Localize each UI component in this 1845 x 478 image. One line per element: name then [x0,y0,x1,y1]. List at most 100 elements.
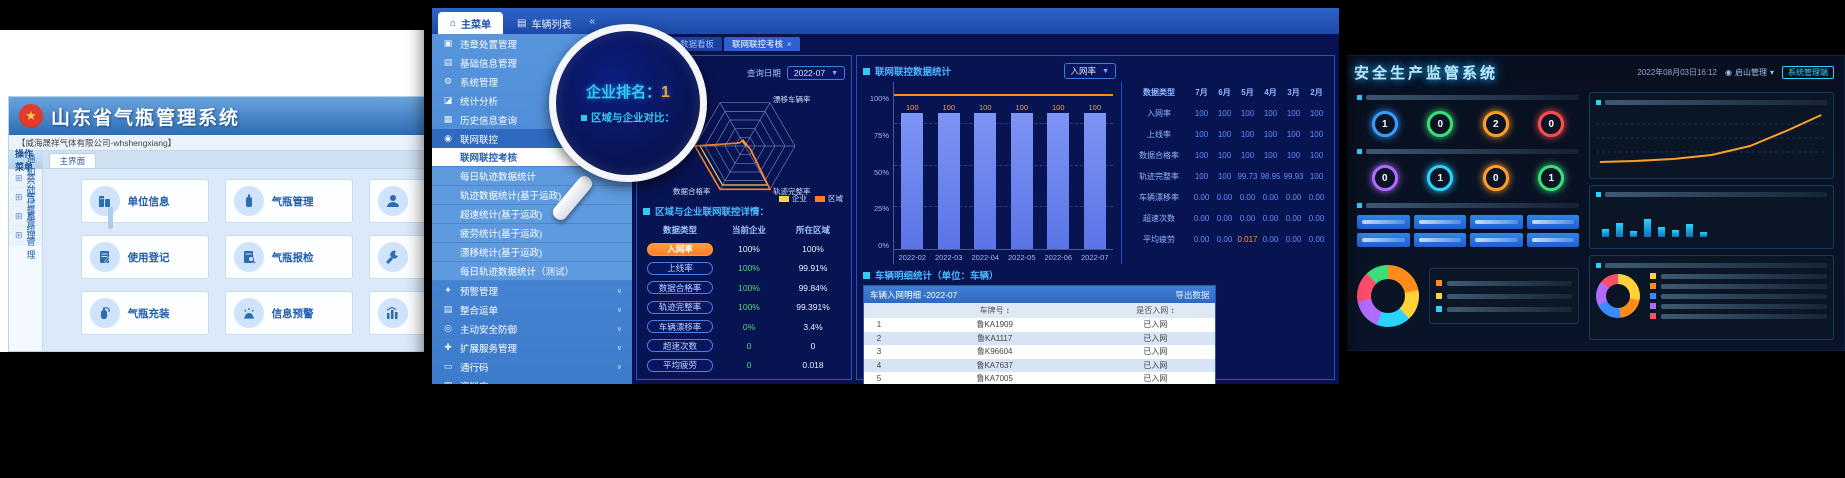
mini-bar [1616,223,1623,237]
detail-header: 所在区域 [781,224,845,236]
company-value: 0 [717,360,781,370]
month-grid-value: 100 [1190,172,1213,181]
bullet-icon [643,208,650,215]
sidebar-subitem-疲劳统计(基于运政)[interactable]: 疲劳统计(基于运政) [432,224,632,243]
nav-tab-main-menu[interactable]: ⌂ 主菜单 [438,12,503,34]
sidebar-item-系统管理[interactable]: ⊞系统管理 [9,226,42,245]
tile-信息预警[interactable]: 信息预警 [225,291,353,335]
sidebar-item-主动安全防御[interactable]: ◎主动安全防御∨ [432,319,632,338]
action-button[interactable] [1414,233,1467,247]
table-row[interactable]: 3鲁K96604已入网 [864,345,1215,359]
bar-group: 100 [1047,82,1069,249]
month-grid-value: 100 [1282,151,1305,160]
expand-icon[interactable]: ⊞ [15,230,23,241]
bullet-icon [863,68,870,75]
menu-icon: ◪ [442,95,454,106]
cylinder-icon [234,186,264,216]
month-grid-value: 0.00 [1213,193,1236,202]
sidebar-item-预警管理[interactable]: ✦预警管理∨ [432,281,632,300]
table-row[interactable]: 4鲁KA7637已入网 [864,359,1215,373]
sidebar-item-资料库[interactable]: ▥资料库∨ [432,376,632,384]
sidebar-subitem-超速统计(基于运政)[interactable]: 超速统计(基于运政) [432,205,632,224]
metric-pill-上线率[interactable]: 上线率 [647,262,713,275]
menu-icon: ▭ [442,361,454,372]
expand-icon[interactable]: ⊞ [15,173,23,184]
sidebar-item-label: 轨迹数据统计(基于运政) [460,188,622,202]
action-button[interactable] [1357,233,1410,247]
table-row[interactable]: 1鲁KA1909已入网 [864,318,1215,332]
table-row[interactable]: 5鲁KA7005已入网 [864,372,1215,384]
user-menu[interactable]: ◉ 启山管理 ▾ [1725,67,1774,78]
month-grid-value: 99.73 [1236,172,1259,181]
action-button[interactable] [1527,233,1580,247]
col-plate[interactable]: 车牌号 ↕ [894,305,1095,316]
tile-气瓶报检[interactable]: 气瓶报检 [225,235,353,279]
export-button[interactable]: 导出数据 [1175,289,1209,301]
sidebar-item-整合运单[interactable]: ▤整合运单∨ [432,300,632,319]
menu-icon: ✦ [442,285,454,296]
tile-气瓶管理[interactable]: 气瓶管理 [225,179,353,223]
bar [938,113,960,249]
network-stats-panel: 联网联控数据统计 入网率▼ 100%75%50%25%0% [856,55,1335,380]
page-tab-assessment[interactable]: 联网联控考核 × [724,37,800,51]
donut-legend [1429,268,1579,324]
tab-main-view[interactable]: 主界面 [49,153,97,168]
month-grid-header: 6月 [1213,87,1236,98]
collapse-arrow-icon[interactable]: « [590,16,596,27]
expand-icon[interactable]: ⊞ [15,192,23,203]
month-grid-label: 上线率 [1128,129,1190,140]
tile-clipped[interactable] [369,291,428,335]
mini-bar [1686,224,1693,237]
month-grid-label: 平均疲劳 [1128,234,1190,245]
company-value: 100% [717,244,781,254]
bar-value-label: 100 [1052,103,1065,112]
query-date-select[interactable]: 2022-07▼ [787,66,845,80]
action-button[interactable] [1414,215,1467,229]
sidebar-item-气瓶管理[interactable]: ⊞气瓶管理 [9,207,42,226]
stat-circle: 0 [1538,111,1564,137]
metric-pill-轨迹完整率[interactable]: 轨迹完整率 [647,301,713,314]
sidebar-subitem-漂移统计(基于运政)[interactable]: 漂移统计(基于运政) [432,243,632,262]
menu-icon: ▤ [442,57,454,68]
role-badge[interactable]: 系统管理端 [1782,66,1834,79]
action-button[interactable] [1470,233,1523,247]
col-status[interactable]: 是否入网 ↕ [1095,305,1215,316]
sidebar-subitem-轨迹数据统计(基于运政)[interactable]: 轨迹数据统计(基于运政) [432,186,632,205]
action-button[interactable] [1357,215,1410,229]
magnifier-overlay: 企业排名：1 区域与企业对比： [549,24,707,182]
sidebar-item-通行码[interactable]: ▭通行码∨ [432,357,632,376]
metric-pill-入网率[interactable]: 入网率 [647,243,713,256]
cell-plate: 鲁KA1117 [894,333,1095,344]
sidebar-item-基础信息[interactable]: ⊞基础信息 [9,188,42,207]
month-grid-value: 0.017 [1236,235,1259,244]
sidebar-item-扩展服务管理[interactable]: ✚扩展服务管理∨ [432,338,632,357]
action-button[interactable] [1470,215,1523,229]
bar-value-label: 100 [906,103,919,112]
inspect-icon [234,242,264,272]
nav-tab-vehicle-list[interactable]: ▤ 车辆列表 [505,12,583,34]
menu-icon: ▥ [442,380,454,384]
tile-气瓶充装[interactable]: 气瓶充装 [81,291,209,335]
tile-clipped[interactable] [369,179,428,223]
metric-pill-车辆漂移率[interactable]: 车辆漂移率 [647,320,713,333]
tile-使用登记[interactable]: 使用登记 [81,235,209,279]
tile-clipped[interactable] [369,235,428,279]
tile-单位信息[interactable]: 单位信息 [81,179,209,223]
x-tick-label: 2022-04 [971,253,999,262]
sidebar-collapse-handle[interactable] [108,207,113,229]
month-grid-value: 100 [1305,172,1328,181]
metric-select[interactable]: 入网率▼ [1064,63,1116,79]
table-row[interactable]: 2鲁KA1117已入网 [864,332,1215,346]
sidebar-subitem-每日轨迹数据统计（测试）[interactable]: 每日轨迹数据统计（测试） [432,262,632,281]
rank-value: 1 [661,84,670,101]
close-icon[interactable]: × [787,40,792,49]
expand-icon[interactable]: ⊞ [15,211,23,222]
bar-value-label: 100 [979,103,992,112]
mid-stats-panel [1589,185,1834,250]
bullet-icon [1357,95,1362,100]
month-grid-label: 超速次数 [1128,213,1190,224]
metric-pill-超速次数[interactable]: 超速次数 [647,339,713,352]
action-button[interactable] [1527,215,1580,229]
metric-pill-平均疲劳[interactable]: 平均疲劳 [647,359,713,372]
metric-pill-数据合格率[interactable]: 数据合格率 [647,281,713,294]
